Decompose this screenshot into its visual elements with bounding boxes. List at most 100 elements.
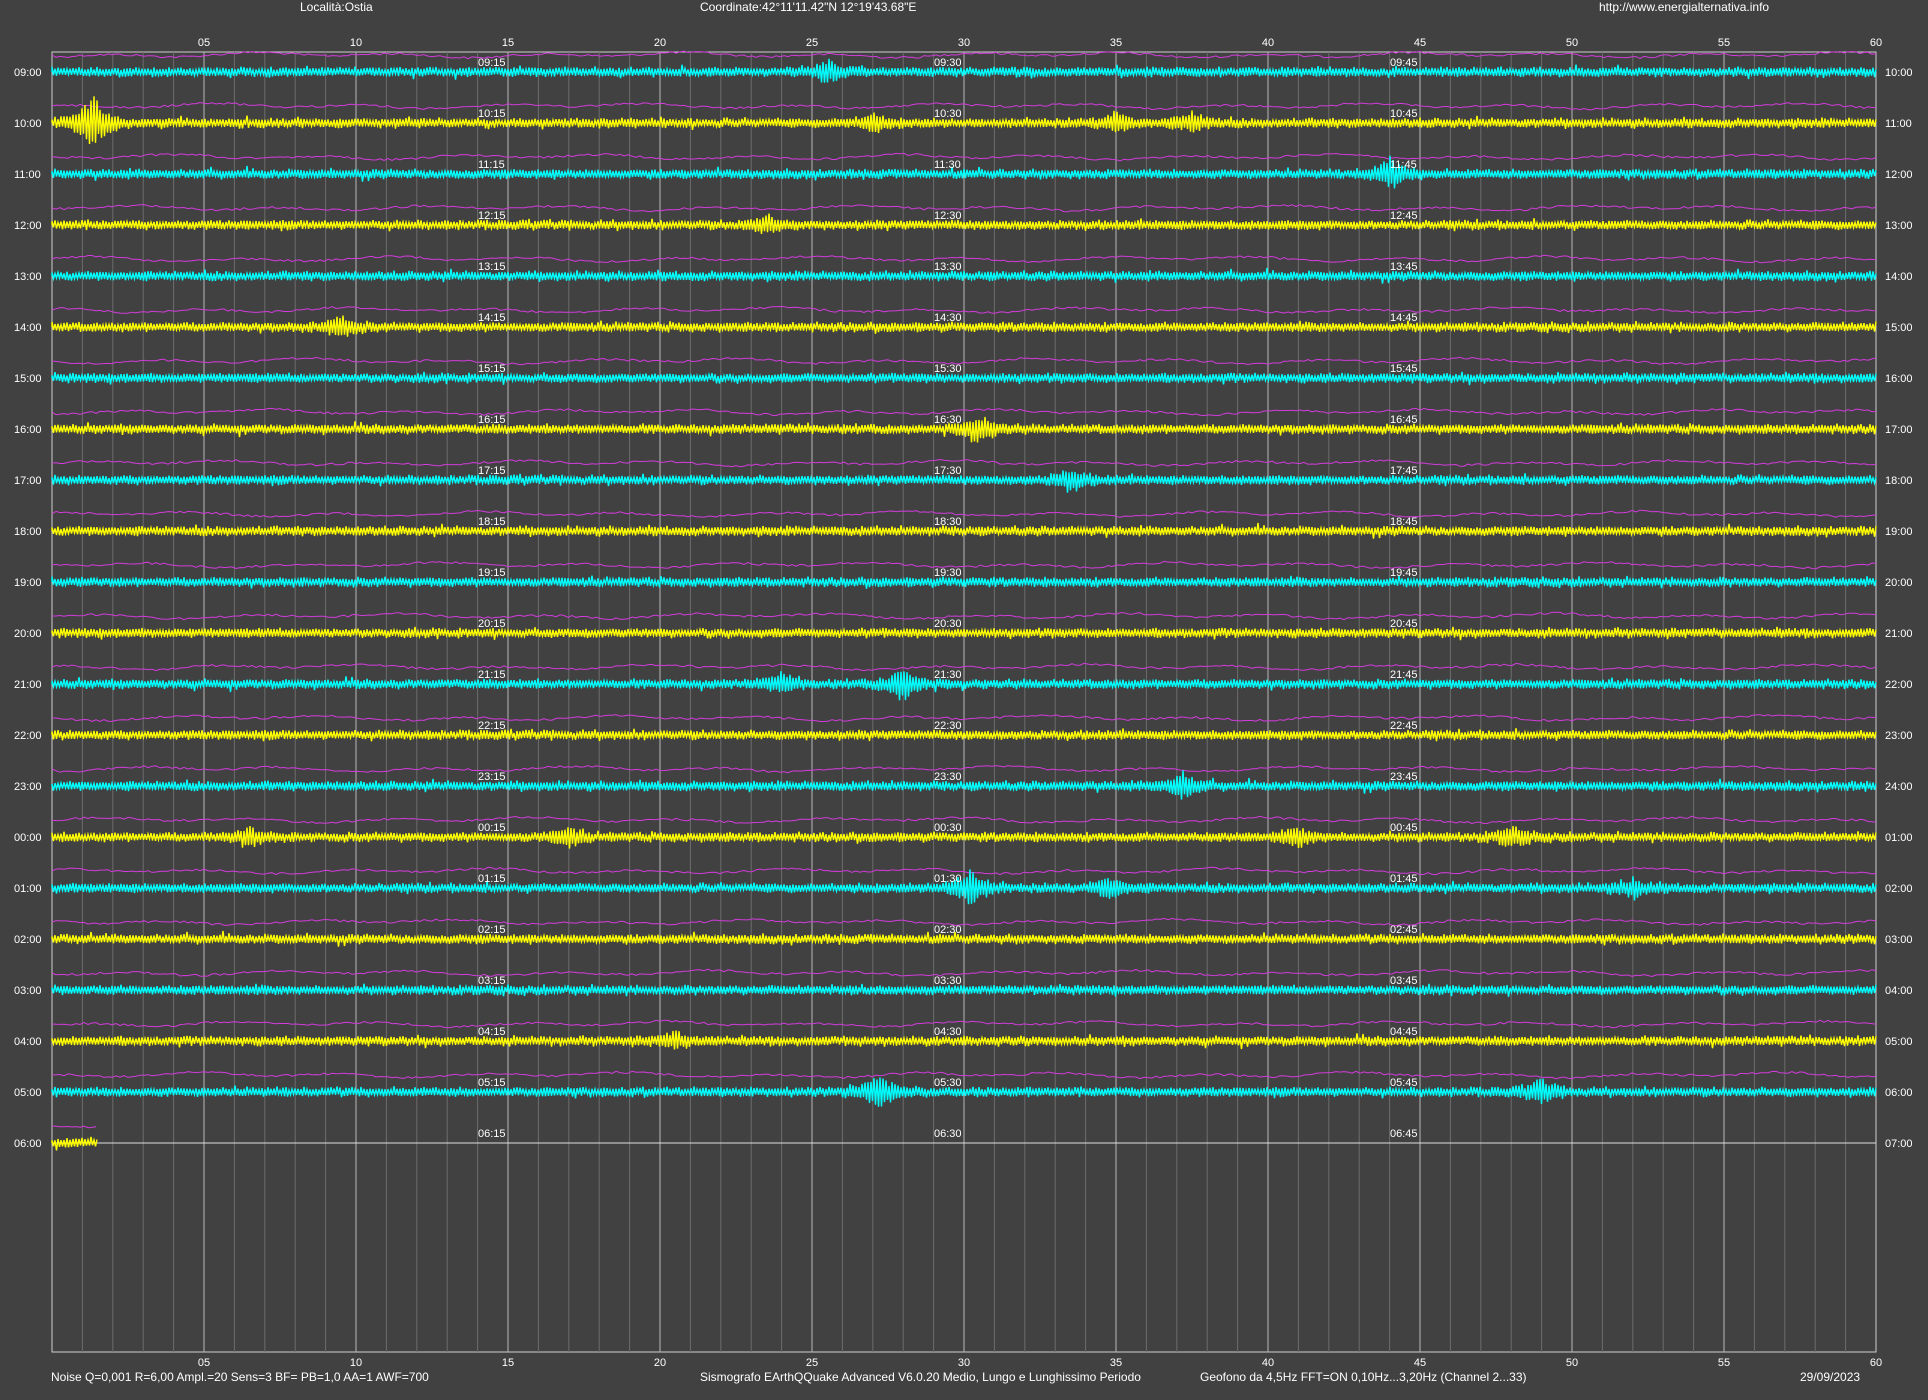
quarter-hour-label: 18:15 <box>478 516 506 528</box>
hour-label-left: 13:00 <box>14 271 42 283</box>
quarter-hour-label: 19:15 <box>478 567 506 579</box>
bottom-minute-tick: 60 <box>1870 1357 1882 1369</box>
quarter-hour-label: 13:15 <box>478 261 506 273</box>
top-minute-tick: 55 <box>1718 37 1730 49</box>
instrument-params: Noise Q=0,001 R=6,00 Ampl.=20 Sens=3 BF=… <box>51 1370 429 1384</box>
quarter-hour-label: 14:45 <box>1390 312 1418 324</box>
bottom-minute-tick: 35 <box>1110 1357 1122 1369</box>
bottom-minute-tick: 05 <box>198 1357 210 1369</box>
quarter-hour-label: 03:45 <box>1390 975 1418 987</box>
quarter-hour-label: 22:45 <box>1390 720 1418 732</box>
quarter-hour-label: 02:45 <box>1390 924 1418 936</box>
bottom-minute-tick: 10 <box>350 1357 362 1369</box>
seismogram-drum: 05 05 10 10 15 15 20 20 25 25 30 30 35 35 40 40 45 45 50 50… <box>14 37 1913 1369</box>
hour-label-left: 10:00 <box>14 118 42 130</box>
quarter-hour-label: 12:30 <box>934 210 962 222</box>
top-minute-tick: 35 <box>1110 37 1122 49</box>
hour-label-left: 00:00 <box>14 832 42 844</box>
quarter-hour-label: 19:45 <box>1390 567 1418 579</box>
quarter-hour-label: 09:45 <box>1390 57 1418 69</box>
hour-label-right: 17:00 <box>1885 424 1913 436</box>
hour-label-left: 14:00 <box>14 322 42 334</box>
quarter-hour-label: 05:15 <box>478 1077 506 1089</box>
quarter-hour-label: 19:30 <box>934 567 962 579</box>
bottom-minute-tick: 25 <box>806 1357 818 1369</box>
hour-label-right: 12:00 <box>1885 169 1913 181</box>
top-minute-tick: 15 <box>502 37 514 49</box>
quarter-hour-label: 23:45 <box>1390 771 1418 783</box>
quarter-hour-label: 18:30 <box>934 516 962 528</box>
quarter-hour-label: 03:15 <box>478 975 506 987</box>
quarter-hour-label: 00:45 <box>1390 822 1418 834</box>
hour-label-right: 02:00 <box>1885 883 1913 895</box>
top-minute-tick: 10 <box>350 37 362 49</box>
quarter-hour-label: 21:30 <box>934 669 962 681</box>
quarter-hour-label: 02:15 <box>478 924 506 936</box>
quarter-hour-label: 20:30 <box>934 618 962 630</box>
quarter-hour-label: 20:45 <box>1390 618 1418 630</box>
quarter-hour-label: 00:15 <box>478 822 506 834</box>
hour-label-left: 09:00 <box>14 67 42 79</box>
hour-label-left: 12:00 <box>14 220 42 232</box>
hour-label-right: 01:00 <box>1885 832 1913 844</box>
quarter-hour-label: 11:15 <box>478 159 505 171</box>
quarter-hour-label: 16:15 <box>478 414 506 426</box>
bottom-minute-tick: 45 <box>1414 1357 1426 1369</box>
bottom-minute-tick: 15 <box>502 1357 514 1369</box>
hour-label-left: 02:00 <box>14 934 42 946</box>
hour-label-right: 23:00 <box>1885 730 1913 742</box>
bottom-minute-tick: 55 <box>1718 1357 1730 1369</box>
quarter-hour-label: 22:15 <box>478 720 506 732</box>
time-labels: 05 05 10 10 15 15 20 20 25 25 30 30 35 35 40 40 45 45 50 50… <box>14 37 1913 1369</box>
bottom-minute-tick: 20 <box>654 1357 666 1369</box>
quarter-hour-label: 11:45 <box>1390 159 1417 171</box>
quarter-hour-label: 17:30 <box>934 465 962 477</box>
hour-label-left: 22:00 <box>14 730 42 742</box>
quarter-hour-label: 13:30 <box>934 261 962 273</box>
top-minute-tick: 40 <box>1262 37 1274 49</box>
quarter-hour-label: 17:45 <box>1390 465 1418 477</box>
quarter-hour-label: 23:15 <box>478 771 506 783</box>
quarter-hour-label: 20:15 <box>478 618 506 630</box>
top-minute-tick: 30 <box>958 37 970 49</box>
hour-label-left: 17:00 <box>14 475 42 487</box>
quarter-hour-label: 12:15 <box>478 210 506 222</box>
hour-label-left: 19:00 <box>14 577 42 589</box>
quarter-hour-label: 18:45 <box>1390 516 1418 528</box>
quarter-hour-label: 06:30 <box>934 1128 962 1140</box>
quarter-hour-label: 22:30 <box>934 720 962 732</box>
sensor-label: Geofono da 4,5Hz FFT=ON 0,10Hz...3,20Hz … <box>1200 1370 1527 1384</box>
hour-label-right: 06:00 <box>1885 1087 1913 1099</box>
hour-label-left: 18:00 <box>14 526 42 538</box>
hour-label-left: 20:00 <box>14 628 42 640</box>
quarter-hour-label: 04:30 <box>934 1026 962 1038</box>
seismic-trace <box>51 1136 98 1151</box>
quarter-hour-label: 14:15 <box>478 312 506 324</box>
hour-label-right: 11:00 <box>1885 118 1912 130</box>
top-minute-tick: 45 <box>1414 37 1426 49</box>
hour-label-left: 05:00 <box>14 1087 42 1099</box>
quarter-hour-label: 05:45 <box>1390 1077 1418 1089</box>
quarter-hour-label: 11:30 <box>934 159 961 171</box>
quarter-hour-label: 16:30 <box>934 414 962 426</box>
quarter-hour-label: 03:30 <box>934 975 962 987</box>
quarter-hour-label: 06:15 <box>478 1128 506 1140</box>
quarter-hour-label: 01:15 <box>478 873 506 885</box>
date-label: 29/09/2023 <box>1800 1370 1861 1384</box>
hour-label-right: 05:00 <box>1885 1036 1913 1048</box>
hour-label-right: 16:00 <box>1885 373 1913 385</box>
hour-label-right: 03:00 <box>1885 934 1913 946</box>
quarter-hour-label: 09:15 <box>478 57 506 69</box>
hour-label-right: 10:00 <box>1885 67 1913 79</box>
quarter-hour-label: 10:15 <box>478 108 506 120</box>
hour-label-right: 22:00 <box>1885 679 1913 691</box>
long-period-trace <box>51 1125 97 1129</box>
quarter-hour-label: 04:15 <box>478 1026 506 1038</box>
quarter-hour-label: 15:45 <box>1390 363 1418 375</box>
quarter-hour-label: 04:45 <box>1390 1026 1418 1038</box>
quarter-hour-label: 12:45 <box>1390 210 1418 222</box>
quarter-hour-label: 21:15 <box>478 669 506 681</box>
hour-label-left: 16:00 <box>14 424 42 436</box>
hour-label-left: 03:00 <box>14 985 42 997</box>
hour-label-left: 11:00 <box>14 169 41 181</box>
